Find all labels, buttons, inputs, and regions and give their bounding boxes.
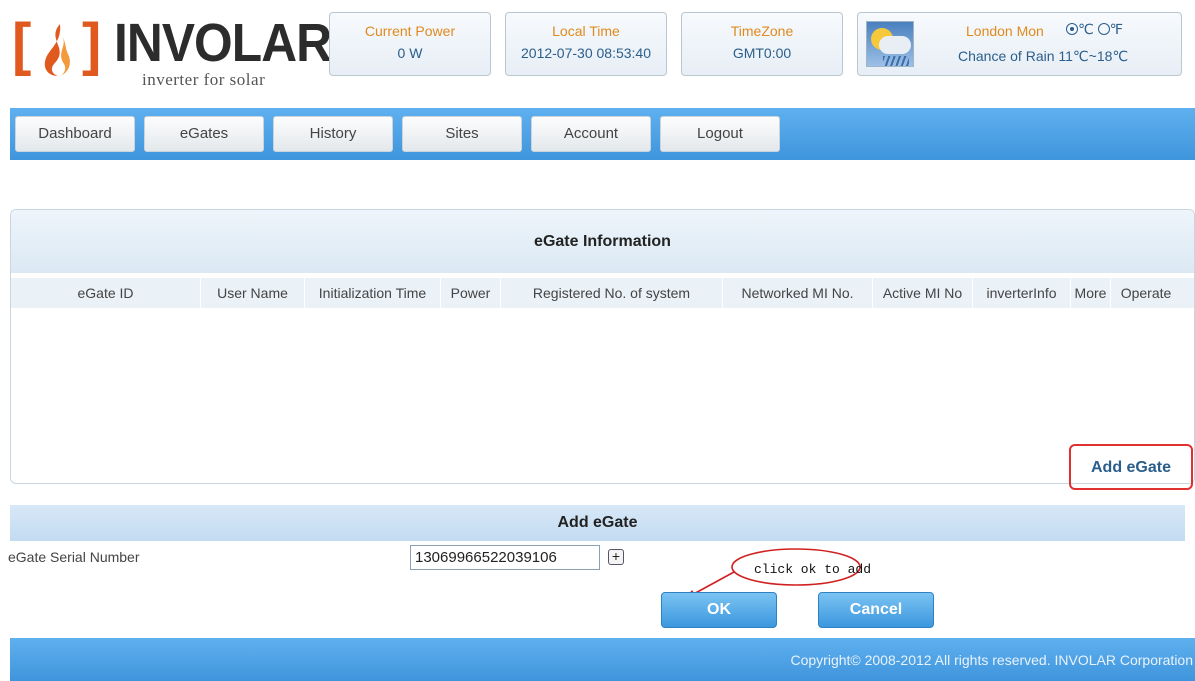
temperature-unit-toggle: ℃ ℉ — [1066, 21, 1123, 38]
ok-button[interactable]: OK — [661, 592, 777, 628]
local-time-box: Local Time 2012-07-30 08:53:40 — [505, 12, 667, 76]
click-ok-annotation: click ok to add — [726, 546, 871, 588]
add-egate-link[interactable]: Add eGate — [1069, 444, 1193, 490]
logo-bracket-right: ] — [82, 12, 102, 77]
column-header-networked-mi[interactable]: Networked MI No. — [723, 278, 873, 308]
egate-table-header: eGate ID User Name Initialization Time P… — [11, 278, 1194, 308]
column-header-active-mi[interactable]: Active MI No — [873, 278, 973, 308]
serial-number-label: eGate Serial Number — [8, 549, 140, 565]
timezone-value: GMT0:00 — [732, 45, 792, 61]
tab-sites[interactable]: Sites — [402, 116, 522, 152]
logo-bracket-left: [ — [12, 12, 32, 77]
tab-history[interactable]: History — [273, 116, 393, 152]
egate-information-title: eGate Information — [11, 210, 1194, 273]
tab-account[interactable]: Account — [531, 116, 651, 152]
column-header-power[interactable]: Power — [441, 278, 501, 308]
rain-cloud-sun-icon — [866, 21, 914, 67]
local-time-label: Local Time — [552, 23, 620, 39]
current-power-box: Current Power 0 W — [329, 12, 491, 76]
column-header-initialization-time[interactable]: Initialization Time — [305, 278, 441, 308]
column-header-registered-systems[interactable]: Registered No. of system — [501, 278, 723, 308]
column-header-more[interactable]: More — [1071, 278, 1111, 308]
fahrenheit-radio[interactable] — [1097, 23, 1110, 35]
weather-forecast: Chance of Rain 11℃~18℃ — [958, 48, 1129, 64]
copyright-text: Copyright© 2008-2012 All rights reserved… — [790, 652, 1193, 668]
celsius-label: ℃ — [1078, 21, 1094, 37]
current-power-value: 0 W — [397, 45, 423, 61]
timezone-box: TimeZone GMT0:00 — [681, 12, 843, 76]
tab-egates[interactable]: eGates — [144, 116, 264, 152]
fahrenheit-label: ℉ — [1109, 21, 1123, 37]
serial-number-input[interactable] — [410, 545, 600, 570]
column-header-operate[interactable]: Operate — [1111, 278, 1181, 308]
logo-brand: INVOLAR — [114, 13, 332, 73]
footer-bar: Copyright© 2008-2012 All rights reserved… — [10, 638, 1195, 681]
column-header-egate-id[interactable]: eGate ID — [11, 278, 201, 308]
annotation-text: click ok to add — [754, 562, 872, 577]
column-header-user-name[interactable]: User Name — [201, 278, 305, 308]
involar-logo: [ ] INVOLAR inverter for solar — [12, 12, 332, 92]
local-time-value: 2012-07-30 08:53:40 — [521, 45, 651, 61]
add-serial-plus-button[interactable]: + — [608, 549, 624, 565]
timezone-label: TimeZone — [730, 23, 794, 39]
logo-tagline: inverter for solar — [142, 70, 266, 89]
weather-box: London Mon ℃ ℉ Chance of Rain 11℃~18℃ — [857, 12, 1182, 76]
main-nav: Dashboard eGates History Sites Account L… — [10, 108, 1195, 160]
add-egate-title: Add eGate — [10, 505, 1185, 541]
cancel-button[interactable]: Cancel — [818, 592, 934, 628]
celsius-radio[interactable] — [1066, 23, 1078, 35]
tab-logout[interactable]: Logout — [660, 116, 780, 152]
weather-location: London Mon — [966, 23, 1044, 39]
tab-dashboard[interactable]: Dashboard — [15, 116, 135, 152]
flame-icon — [44, 24, 70, 76]
current-power-label: Current Power — [364, 23, 456, 39]
egate-information-panel: eGate Information eGate ID User Name Ini… — [10, 209, 1195, 490]
column-header-inverter-info[interactable]: inverterInfo — [973, 278, 1071, 308]
